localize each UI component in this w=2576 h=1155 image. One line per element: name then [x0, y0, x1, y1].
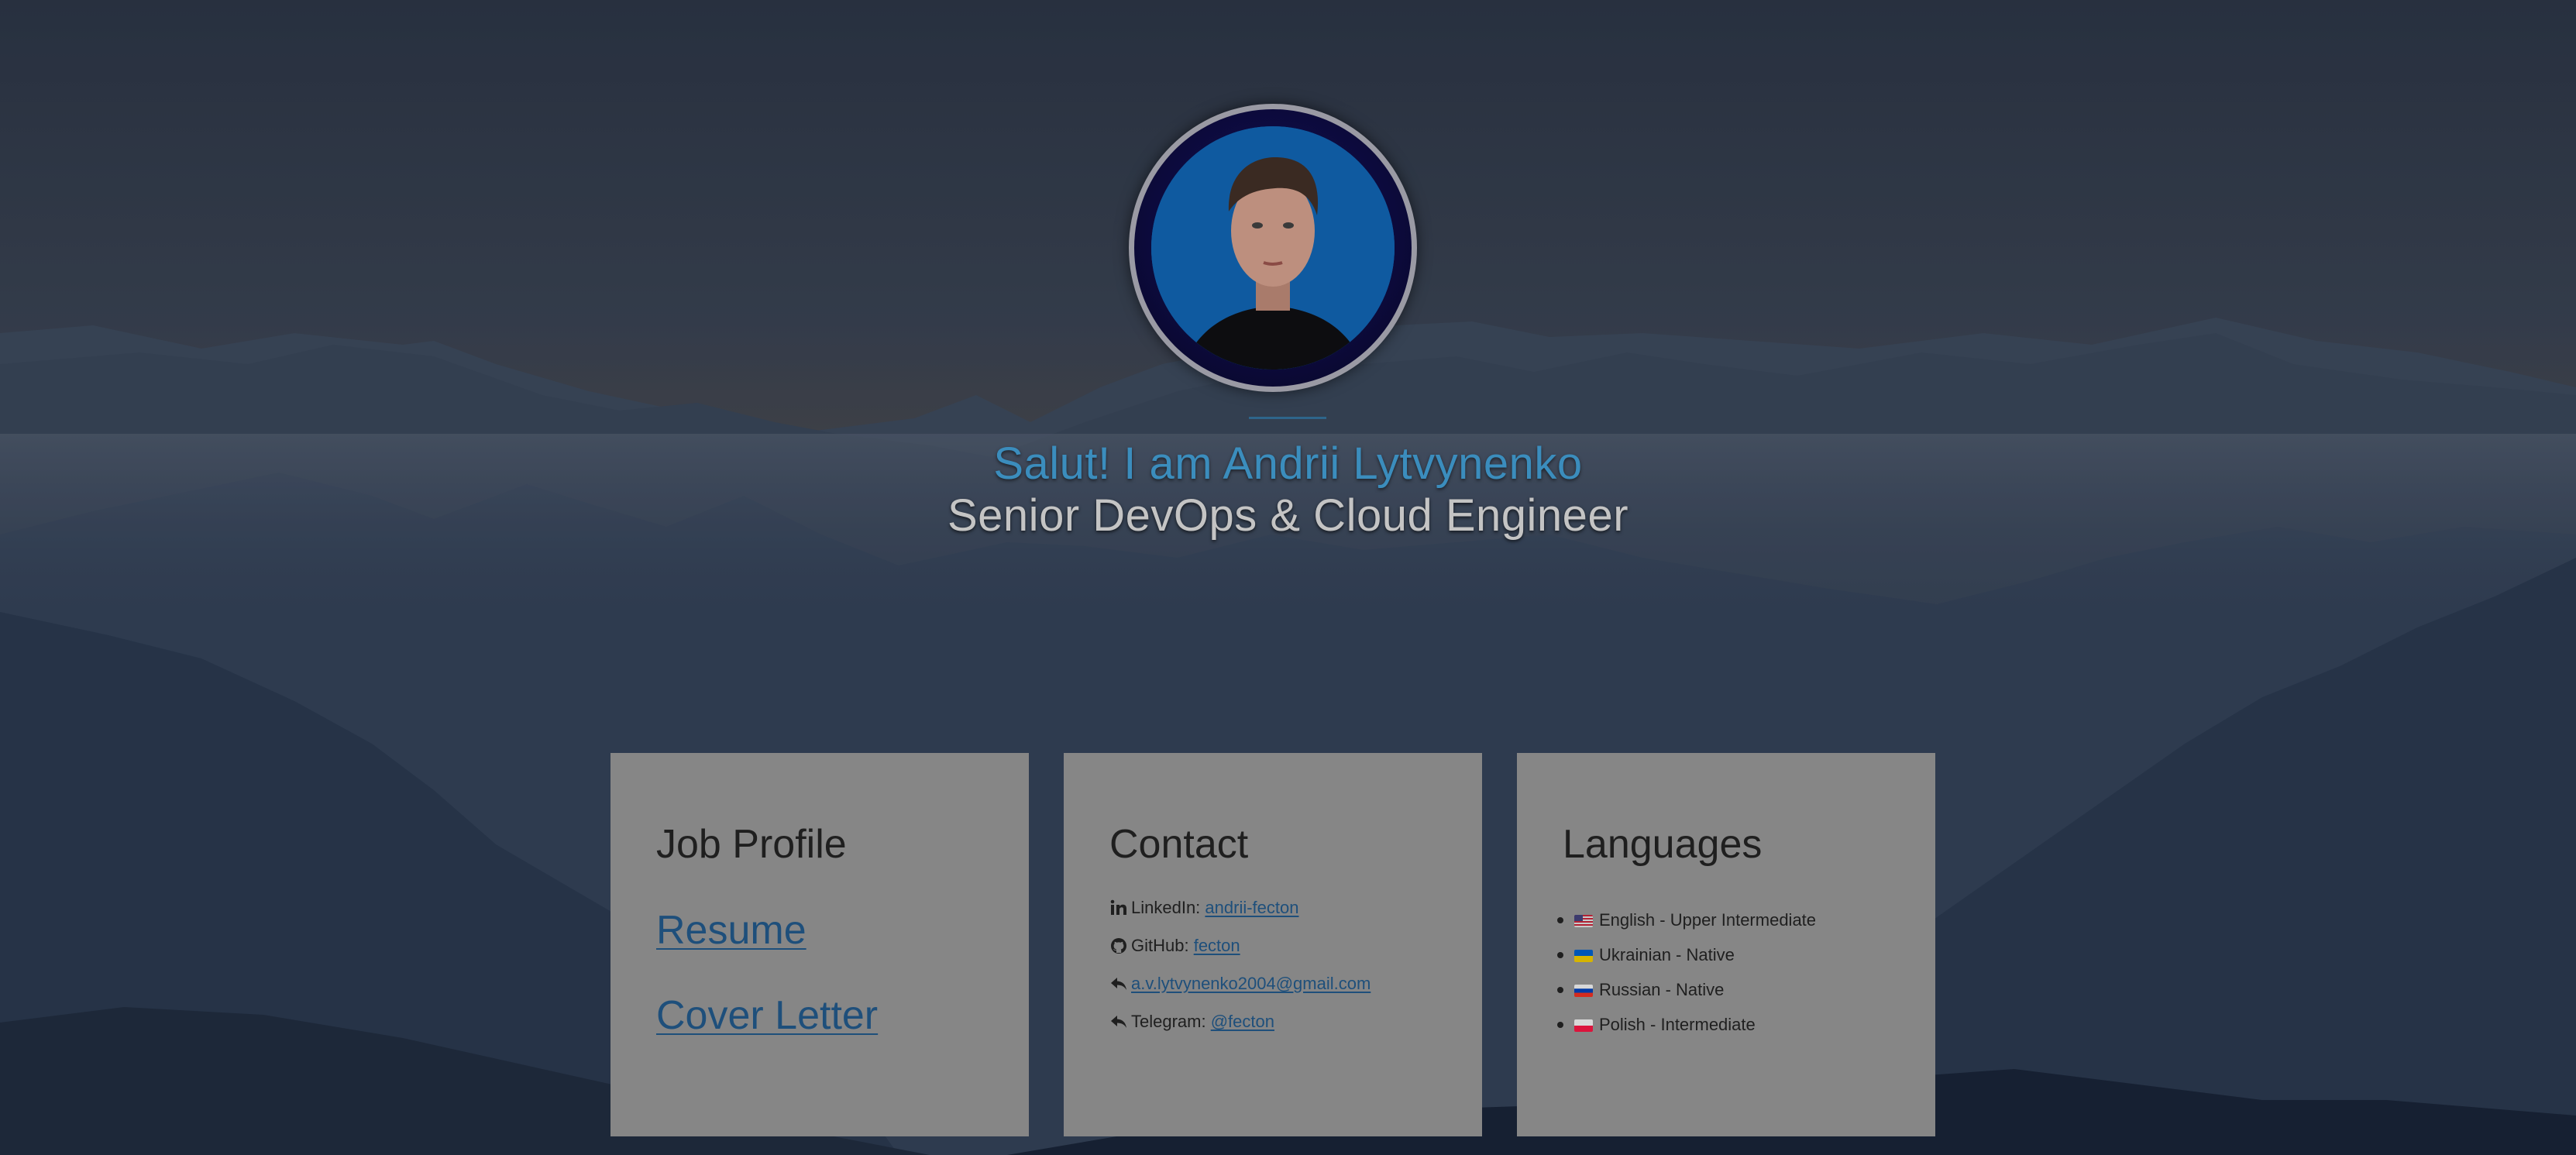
language-polish-text: Polish - Intermediate [1599, 1015, 1756, 1034]
language-russian: Russian - Native [1557, 978, 1724, 1002]
linkedin-link[interactable]: andrii-fecton [1205, 898, 1298, 917]
contact-email: a.v.lytvynenko2004@gmail.com [1109, 972, 1371, 995]
github-icon [1111, 938, 1126, 954]
ua-flag-icon [1574, 950, 1593, 962]
languages-title: Languages [1563, 822, 1763, 867]
us-flag-icon [1574, 915, 1593, 927]
resume-link[interactable]: Resume [656, 903, 807, 957]
reply-icon [1111, 978, 1126, 990]
contact-telegram: Telegram: @fecton [1109, 1010, 1274, 1033]
linkedin-icon [1110, 899, 1126, 915]
language-english-text: English - Upper Intermediate [1599, 910, 1817, 930]
divider [1249, 417, 1326, 419]
telegram-link[interactable]: @fecton [1211, 1012, 1274, 1031]
bullet [1557, 987, 1563, 993]
contact-linkedin-label: LinkedIn: [1131, 898, 1205, 917]
bullet [1557, 952, 1563, 958]
languages-card: Languages English - Upper Intermediate U… [1517, 753, 1935, 1136]
language-ukrainian-text: Ukrainian - Native [1599, 945, 1735, 964]
language-polish: Polish - Intermediate [1557, 1013, 1756, 1036]
contact-github: GitHub: fecton [1109, 934, 1240, 957]
avatar-photo [1151, 126, 1395, 370]
job-profile-card: Job Profile Resume Cover Letter [610, 753, 1029, 1136]
language-english: English - Upper Intermediate [1557, 909, 1816, 932]
github-link[interactable]: fecton [1194, 936, 1240, 955]
contact-linkedin: LinkedIn: andrii-fecton [1109, 896, 1298, 920]
email-link[interactable]: a.v.lytvynenko2004@gmail.com [1131, 974, 1371, 993]
greeting-heading: Salut! I am Andrii Lytvynenko [993, 438, 1583, 489]
language-russian-text: Russian - Native [1599, 980, 1725, 999]
language-ukrainian: Ukrainian - Native [1557, 944, 1735, 967]
reply-icon [1111, 1016, 1126, 1028]
contact-github-label: GitHub: [1131, 936, 1194, 955]
pl-flag-icon [1574, 1019, 1593, 1032]
avatar [1129, 104, 1417, 392]
avatar-frame [1134, 109, 1412, 387]
bullet [1557, 1022, 1563, 1028]
bullet [1557, 917, 1563, 923]
cover-letter-link[interactable]: Cover Letter [656, 988, 878, 1043]
contact-card: Contact LinkedIn: andrii-fecton GitHub: … [1064, 753, 1482, 1136]
job-profile-title: Job Profile [656, 822, 847, 867]
contact-telegram-label: Telegram: [1131, 1012, 1211, 1031]
profile-portrait-icon [1151, 126, 1395, 370]
ru-flag-icon [1574, 985, 1593, 997]
role-subtitle: Senior DevOps & Cloud Engineer [947, 490, 1629, 541]
contact-title: Contact [1109, 822, 1249, 867]
